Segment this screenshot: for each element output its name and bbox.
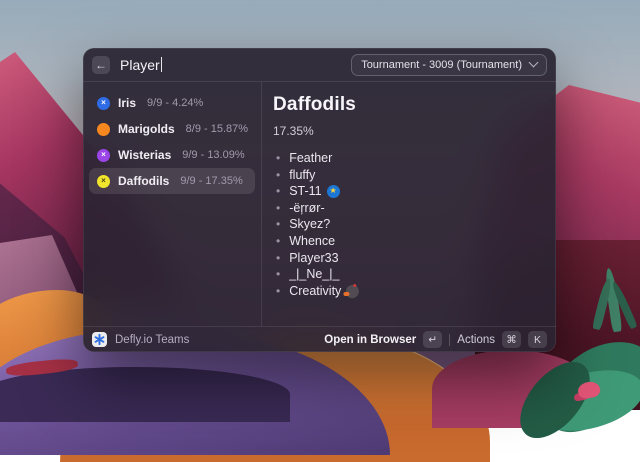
open-in-browser-label: Open in Browser <box>324 334 416 346</box>
actions-button[interactable]: Actions ⌘ K <box>457 331 547 348</box>
team-color-icon <box>97 123 110 136</box>
team-meta: 9/9 - 13.09% <box>182 149 244 161</box>
command-key-icon: ⌘ <box>502 331 521 348</box>
team-meta: 9/9 - 17.35% <box>180 175 242 187</box>
member-emoji-icon <box>327 185 340 198</box>
member-list: Feather fluffy ST-11 -ëŗrør- <box>273 150 542 299</box>
team-meta: 9/9 - 4.24% <box>147 97 203 109</box>
window-body: × Iris 9/9 - 4.24% Marigolds 8/9 - 15.87… <box>83 82 556 326</box>
app-name: Defly.io Teams <box>115 334 189 346</box>
k-key-icon: K <box>528 331 547 348</box>
member-name: ST-11 <box>289 183 321 200</box>
tournament-dropdown[interactable]: Tournament - 3009 (Tournament) <box>351 54 547 76</box>
team-name: Iris <box>118 96 136 110</box>
back-arrow-icon: ← <box>95 59 107 71</box>
team-row[interactable]: × Wisterias 9/9 - 13.09% <box>89 142 255 168</box>
member-item: ST-11 <box>273 183 542 200</box>
member-item: Creativity <box>273 283 542 300</box>
member-name: fluffy <box>289 167 315 184</box>
text-caret <box>161 57 163 72</box>
back-button[interactable]: ← <box>92 56 110 74</box>
member-name: Creativity <box>289 283 341 300</box>
footer: Defly.io Teams Open in Browser ↵ Actions… <box>83 327 556 352</box>
defly-logo-icon <box>92 332 107 347</box>
team-row[interactable]: Marigolds 8/9 - 15.87% <box>89 116 255 142</box>
member-item: Player33 <box>273 250 542 267</box>
header: ← Player Tournament - 3009 (Tournament) <box>83 48 556 81</box>
chevron-down-icon <box>529 58 539 68</box>
team-list: × Iris 9/9 - 4.24% Marigolds 8/9 - 15.87… <box>83 82 261 326</box>
member-name: Player33 <box>289 250 338 267</box>
team-name: Wisterias <box>118 148 171 162</box>
team-name: Marigolds <box>118 122 175 136</box>
member-name: _|_Ne_|_ <box>289 266 339 283</box>
team-name: Daffodils <box>118 174 169 188</box>
member-name: -ëŗrør- <box>289 200 324 217</box>
dropdown-label: Tournament - 3009 (Tournament) <box>361 59 522 71</box>
member-emoji-icon <box>345 283 361 299</box>
member-name: Feather <box>289 150 332 167</box>
member-item: _|_Ne_|_ <box>273 266 542 283</box>
member-item: Feather <box>273 150 542 167</box>
detail-title: Daffodils <box>273 94 542 116</box>
member-item: Whence <box>273 233 542 250</box>
team-row[interactable]: × Iris 9/9 - 4.24% <box>89 90 255 116</box>
member-item: fluffy <box>273 167 542 184</box>
return-key-icon: ↵ <box>423 331 442 348</box>
team-row[interactable]: × Daffodils 9/9 - 17.35% <box>89 168 255 194</box>
actions-label: Actions <box>457 334 495 346</box>
divider <box>449 334 450 346</box>
win-rate: 17.35% <box>273 124 542 138</box>
member-name: Whence <box>289 233 335 250</box>
member-item: Skyez? <box>273 216 542 233</box>
open-in-browser-button[interactable]: Open in Browser ↵ <box>324 331 442 348</box>
team-color-icon: × <box>97 97 110 110</box>
detail-panel: Daffodils 17.35% Feather fluffy ST-1 <box>262 82 556 326</box>
search-value: Player <box>120 57 160 73</box>
team-meta: 8/9 - 15.87% <box>186 123 248 135</box>
member-name: Skyez? <box>289 216 330 233</box>
team-color-icon: × <box>97 175 110 188</box>
footer-actions: Open in Browser ↵ Actions ⌘ K <box>324 331 547 348</box>
wallpaper-shape <box>0 367 290 422</box>
search-input[interactable]: Player <box>120 57 162 73</box>
launcher-window: ← Player Tournament - 3009 (Tournament) … <box>83 48 556 352</box>
member-item: -ëŗrør- <box>273 200 542 217</box>
team-color-icon: × <box>97 149 110 162</box>
